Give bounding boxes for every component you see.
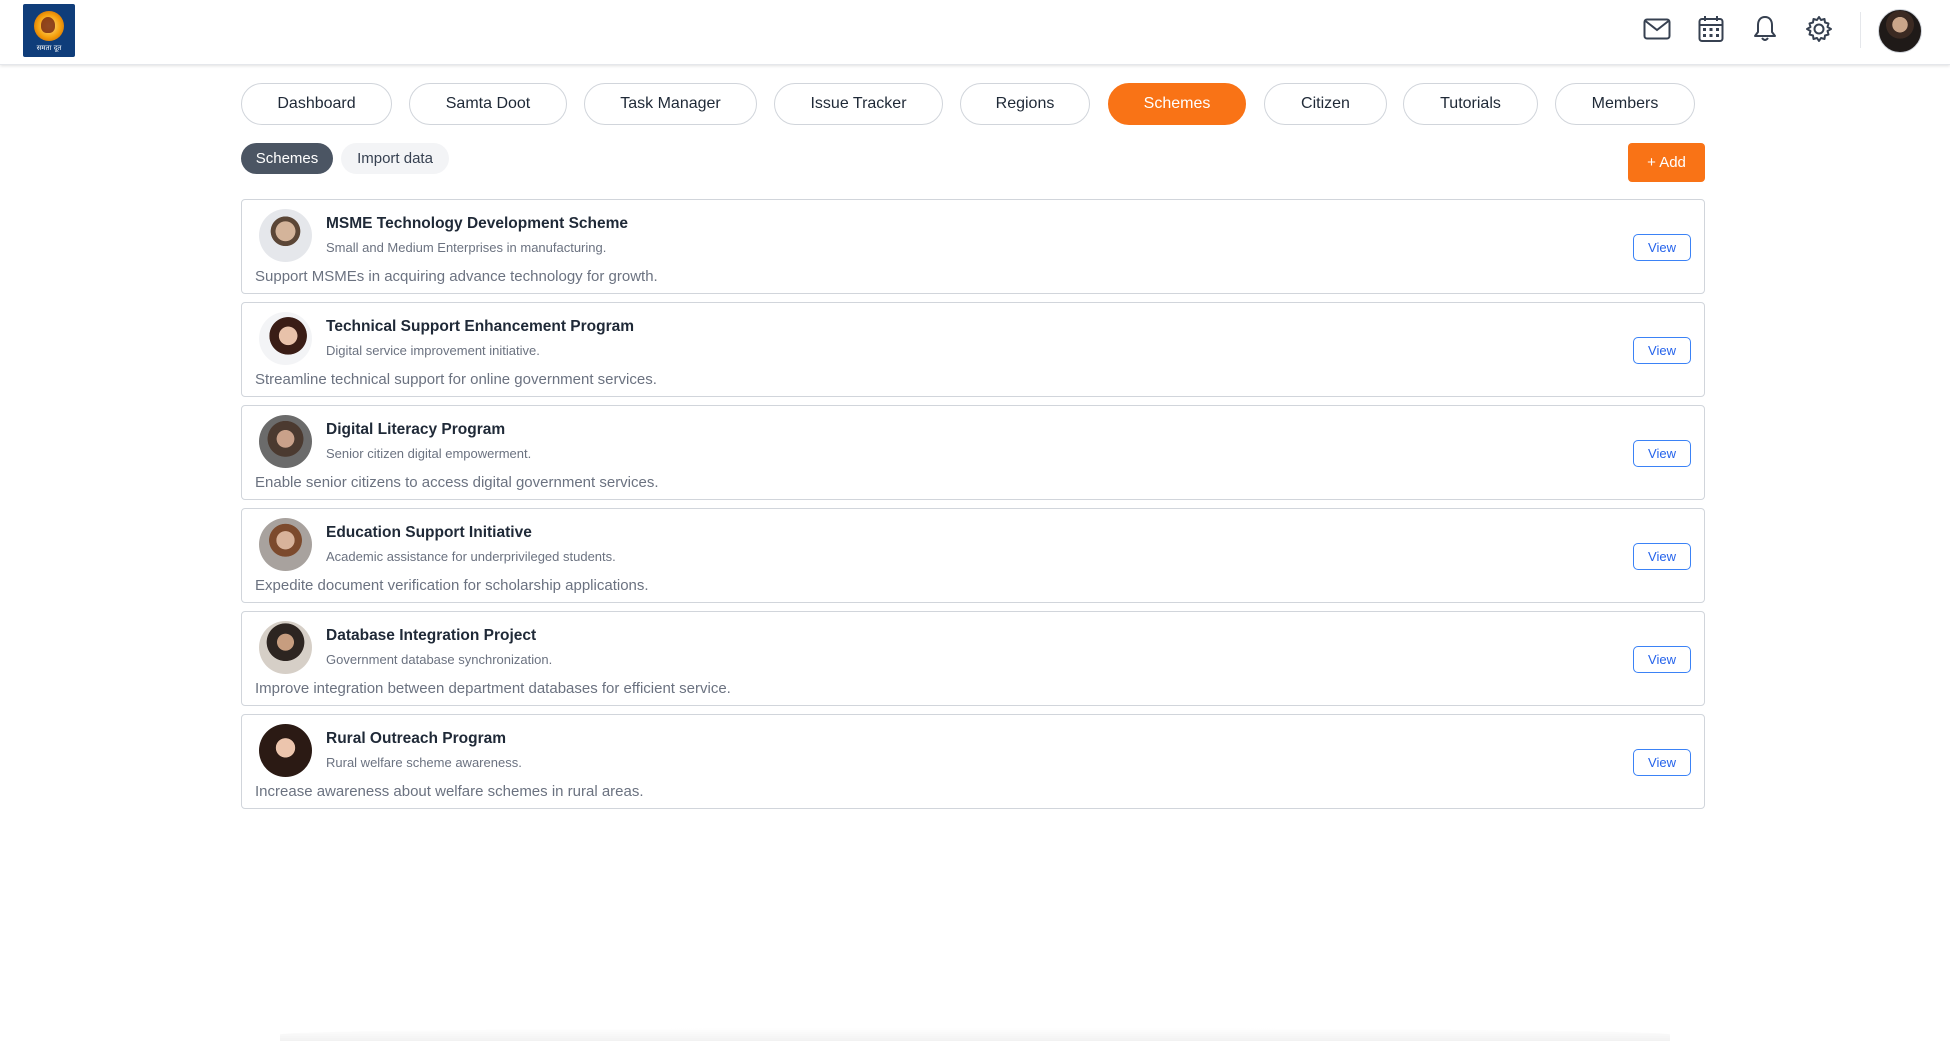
scheme-description: Enable senior citizens to access digital…: [255, 474, 659, 491]
scheme-subtitle: Academic assistance for underprivileged …: [326, 549, 616, 564]
gear-icon[interactable]: [1804, 14, 1834, 44]
scheme-title: MSME Technology Development Scheme: [326, 215, 629, 232]
logo-flame-icon: [41, 17, 55, 33]
scheme-card: Technical Support Enhancement Program Di…: [241, 302, 1705, 397]
bottom-shadow: [280, 1028, 1670, 1041]
tab-regions[interactable]: Regions: [960, 83, 1090, 125]
scheme-description: Increase awareness about welfare schemes…: [255, 783, 644, 800]
scheme-card: Rural Outreach Program Rural welfare sch…: [241, 714, 1705, 809]
tab-dashboard[interactable]: Dashboard: [241, 83, 392, 125]
subtab-schemes[interactable]: Schemes: [241, 143, 333, 174]
subtab-import-data[interactable]: Import data: [341, 143, 449, 174]
calendar-icon[interactable]: [1696, 14, 1726, 44]
add-scheme-button[interactable]: + Add: [1628, 143, 1705, 182]
tab-task-manager[interactable]: Task Manager: [584, 83, 757, 125]
view-button[interactable]: View: [1633, 440, 1691, 467]
scheme-title: Digital Literacy Program: [326, 421, 506, 438]
scheme-card: Digital Literacy Program Senior citizen …: [241, 405, 1705, 500]
scheme-subtitle: Small and Medium Enterprises in manufact…: [326, 240, 607, 255]
view-button[interactable]: View: [1633, 646, 1691, 673]
scheme-avatar: [259, 209, 312, 262]
app-logo[interactable]: समता दूत: [23, 4, 75, 57]
scheme-title: Rural Outreach Program: [326, 730, 507, 747]
tab-schemes[interactable]: Schemes: [1108, 83, 1246, 125]
top-bar: समता दूत: [0, 0, 1950, 65]
bell-icon[interactable]: [1750, 14, 1780, 44]
scheme-card: MSME Technology Development Scheme Small…: [241, 199, 1705, 294]
scheme-avatar: [259, 724, 312, 777]
tab-members[interactable]: Members: [1555, 83, 1695, 125]
scheme-avatar: [259, 415, 312, 468]
view-button[interactable]: View: [1633, 234, 1691, 261]
header-divider: [1860, 12, 1861, 48]
scheme-title: Database Integration Project: [326, 627, 537, 644]
mail-icon[interactable]: [1642, 14, 1672, 44]
scheme-subtitle: Digital service improvement initiative.: [326, 343, 540, 358]
scheme-description: Expedite document verification for schol…: [255, 577, 649, 594]
scheme-avatar: [259, 518, 312, 571]
scheme-card: Education Support Initiative Academic as…: [241, 508, 1705, 603]
scheme-avatar: [259, 312, 312, 365]
scheme-title: Technical Support Enhancement Program: [326, 318, 635, 335]
scheme-description: Support MSMEs in acquiring advance techn…: [255, 268, 658, 285]
tab-samta-doot[interactable]: Samta Doot: [409, 83, 567, 125]
scheme-description: Streamline technical support for online …: [255, 371, 657, 388]
scheme-subtitle: Rural welfare scheme awareness.: [326, 755, 522, 770]
view-button[interactable]: View: [1633, 749, 1691, 776]
scheme-subtitle: Government database synchronization.: [326, 652, 553, 667]
scheme-subtitle: Senior citizen digital empowerment.: [326, 446, 532, 461]
logo-text: समता दूत: [36, 44, 62, 52]
tab-tutorials[interactable]: Tutorials: [1403, 83, 1538, 125]
scheme-card: Database Integration Project Government …: [241, 611, 1705, 706]
scheme-avatar: [259, 621, 312, 674]
tab-issue-tracker[interactable]: Issue Tracker: [774, 83, 943, 125]
scheme-title: Education Support Initiative: [326, 524, 532, 541]
tab-citizen[interactable]: Citizen: [1264, 83, 1387, 125]
view-button[interactable]: View: [1633, 543, 1691, 570]
user-avatar[interactable]: [1878, 9, 1922, 53]
scheme-description: Improve integration between department d…: [255, 680, 731, 697]
view-button[interactable]: View: [1633, 337, 1691, 364]
